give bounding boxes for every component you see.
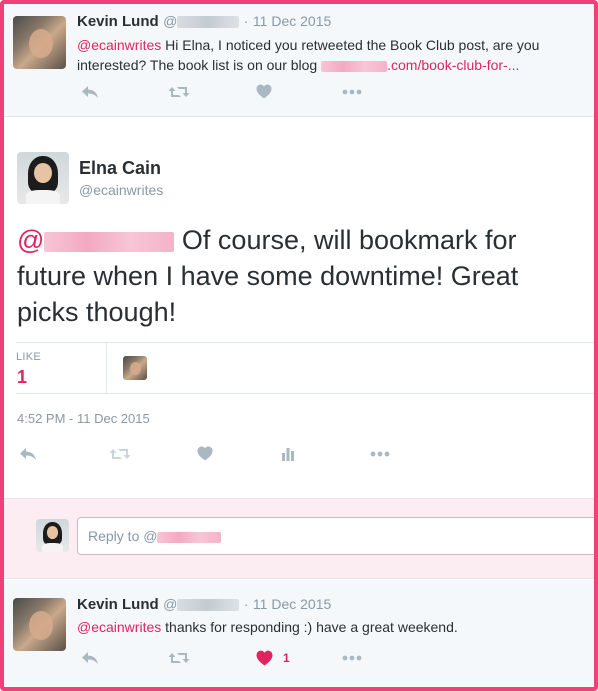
avatar-kevin[interactable] xyxy=(13,16,66,69)
tweet-kevin-top[interactable]: Kevin Lund @ · 11 Dec 2015 @ecainwrites … xyxy=(4,4,594,117)
tweet-kevin-bottom[interactable]: Kevin Lund @ · 11 Dec 2015 @ecainwrites … xyxy=(4,580,594,687)
tweet-elna-main: Elna Cain @ecainwrites @ Of course, will… xyxy=(4,118,594,498)
mention-prefix: @ xyxy=(17,225,45,255)
more-icon[interactable] xyxy=(342,89,362,95)
blog-link[interactable]: .com/book-club-for-... xyxy=(387,57,519,73)
redacted-handle xyxy=(177,16,240,29)
reply-placeholder: Reply to @ xyxy=(88,528,158,544)
redacted-reply-handle xyxy=(157,531,222,543)
like-icon[interactable] xyxy=(256,84,272,99)
tweet-date[interactable]: 11 Dec 2015 xyxy=(253,596,331,612)
likes-count[interactable]: 1 xyxy=(17,367,27,388)
author-name[interactable]: Kevin Lund xyxy=(77,13,159,30)
tweet-text: @ecainwrites thanks for responding :) ha… xyxy=(77,617,582,637)
separator: · xyxy=(243,13,249,29)
retweet-icon[interactable] xyxy=(168,85,190,99)
liked-icon[interactable] xyxy=(256,650,273,666)
author-handle[interactable]: @ xyxy=(163,13,240,29)
retweet-icon xyxy=(109,447,131,461)
redacted-mention xyxy=(44,231,175,252)
author-name[interactable]: Elna Cain xyxy=(79,158,161,179)
redacted-domain xyxy=(321,60,388,72)
retweet-icon[interactable] xyxy=(168,651,190,665)
reply-input[interactable]: Reply to @ xyxy=(77,517,594,555)
author-handle[interactable]: @ xyxy=(163,596,240,612)
tweet-text: @ecainwrites Hi Elna, I noticed you retw… xyxy=(77,35,582,75)
author-name[interactable]: Kevin Lund xyxy=(77,596,159,613)
mention-link[interactable]: @ecainwrites xyxy=(77,37,161,53)
reply-composer: Reply to @ xyxy=(4,498,594,579)
stats-divider xyxy=(106,343,107,394)
tweet-body: thanks for responding :) have a great we… xyxy=(161,619,458,635)
analytics-icon[interactable] xyxy=(281,447,295,461)
handle-prefix: @ xyxy=(163,596,178,612)
likes-label[interactable]: LIKE xyxy=(16,351,41,363)
reply-icon[interactable] xyxy=(81,651,101,665)
handle-prefix: @ xyxy=(163,13,178,29)
avatar-kevin[interactable] xyxy=(13,598,66,651)
like-icon[interactable] xyxy=(197,446,213,461)
avatar-elna[interactable] xyxy=(17,152,69,204)
mention-link[interactable]: @ xyxy=(17,225,175,255)
more-icon[interactable] xyxy=(342,655,362,661)
tweet-stats: LIKE 1 xyxy=(16,342,594,394)
redacted-handle xyxy=(177,599,240,612)
conversation-frame: Kevin Lund @ · 11 Dec 2015 @ecainwrites … xyxy=(0,0,598,691)
author-handle[interactable]: @ecainwrites xyxy=(79,182,163,198)
separator: · xyxy=(243,596,249,612)
reply-icon[interactable] xyxy=(81,85,101,99)
liker-avatar[interactable] xyxy=(123,356,147,380)
tweet-date[interactable]: 11 Dec 2015 xyxy=(253,13,331,29)
reply-icon[interactable] xyxy=(19,447,37,461)
more-icon[interactable] xyxy=(370,451,390,457)
like-count[interactable]: 1 xyxy=(283,651,290,665)
mention-link[interactable]: @ecainwrites xyxy=(77,619,161,635)
composer-avatar xyxy=(36,519,69,552)
tweet-timestamp[interactable]: 4:52 PM - 11 Dec 2015 xyxy=(17,411,150,426)
tweet-text: @ Of course, will bookmark for future wh… xyxy=(17,222,587,330)
